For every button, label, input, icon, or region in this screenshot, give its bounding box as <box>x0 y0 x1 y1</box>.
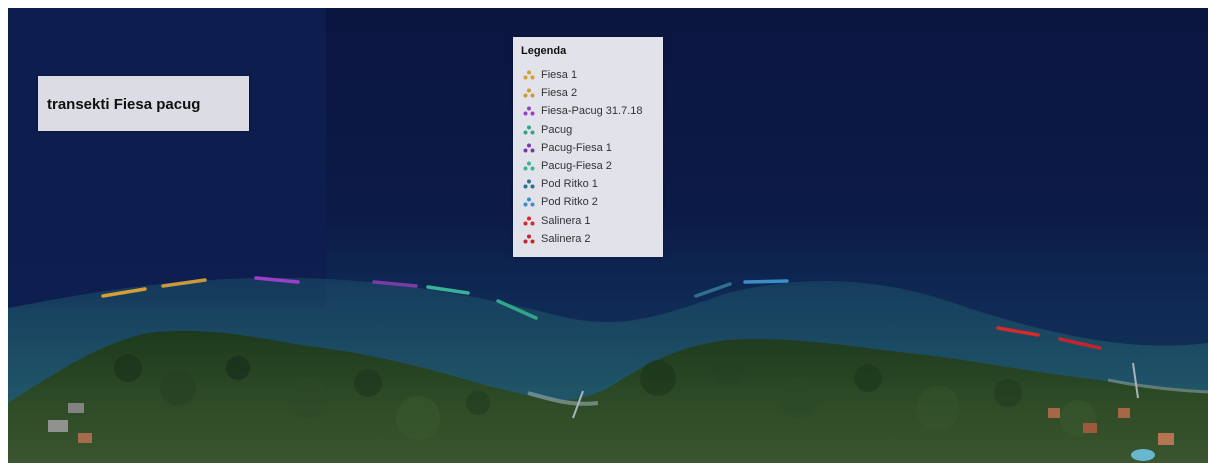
point-cluster-icon <box>523 143 535 153</box>
transect-pod-ritko-2 <box>743 279 789 284</box>
point-cluster-icon <box>523 161 535 171</box>
legend-title: Legenda <box>521 45 567 57</box>
legend-item-label: Fiesa 2 <box>541 87 578 100</box>
legend-item-label: Salinera 2 <box>541 232 591 245</box>
legend-item-label: Fiesa-Pacug 31.7.18 <box>541 105 643 118</box>
legend-item-label: Pacug <box>541 123 573 136</box>
point-cluster-icon <box>523 106 535 116</box>
point-cluster-icon <box>523 216 535 226</box>
legend-item-label: Fiesa 1 <box>541 69 578 82</box>
point-cluster-icon <box>523 197 535 207</box>
legend-item[interactable]: Pod Ritko 1 <box>523 175 643 193</box>
legend-item[interactable]: Salinera 2 <box>523 230 643 248</box>
legend-item[interactable]: Salinera 1 <box>523 212 643 230</box>
legend-item-label: Pacug-Fiesa 2 <box>541 160 612 173</box>
imagery-tile <box>8 8 326 308</box>
satellite-map[interactable]: transekti Fiesa pacug Legenda Fiesa 1 Fi… <box>8 8 1208 463</box>
legend-item[interactable]: Fiesa 1 <box>523 66 643 84</box>
point-cluster-icon <box>523 125 535 135</box>
legend-panel: Legenda Fiesa 1 Fiesa 2 Fiesa-Pacug 31.7… <box>513 37 663 257</box>
legend-item[interactable]: Pacug <box>523 121 643 139</box>
legend-item[interactable]: Pod Ritko 2 <box>523 193 643 211</box>
legend-item[interactable]: Fiesa 2 <box>523 84 643 102</box>
point-cluster-icon <box>523 234 535 244</box>
legend-item-label: Pacug-Fiesa 1 <box>541 141 612 154</box>
legend-list: Fiesa 1 Fiesa 2 Fiesa-Pacug 31.7.18 Pacu… <box>523 66 643 248</box>
legend-item-label: Salinera 1 <box>541 214 591 227</box>
map-title-box: transekti Fiesa pacug <box>38 76 249 131</box>
point-cluster-icon <box>523 70 535 80</box>
legend-item[interactable]: Pacug-Fiesa 2 <box>523 157 643 175</box>
point-cluster-icon <box>523 179 535 189</box>
map-title: transekti Fiesa pacug <box>47 96 201 113</box>
legend-item[interactable]: Pacug-Fiesa 1 <box>523 139 643 157</box>
point-cluster-icon <box>523 88 535 98</box>
legend-item-label: Pod Ritko 2 <box>541 196 598 209</box>
legend-item-label: Pod Ritko 1 <box>541 178 598 191</box>
legend-item[interactable]: Fiesa-Pacug 31.7.18 <box>523 102 643 120</box>
